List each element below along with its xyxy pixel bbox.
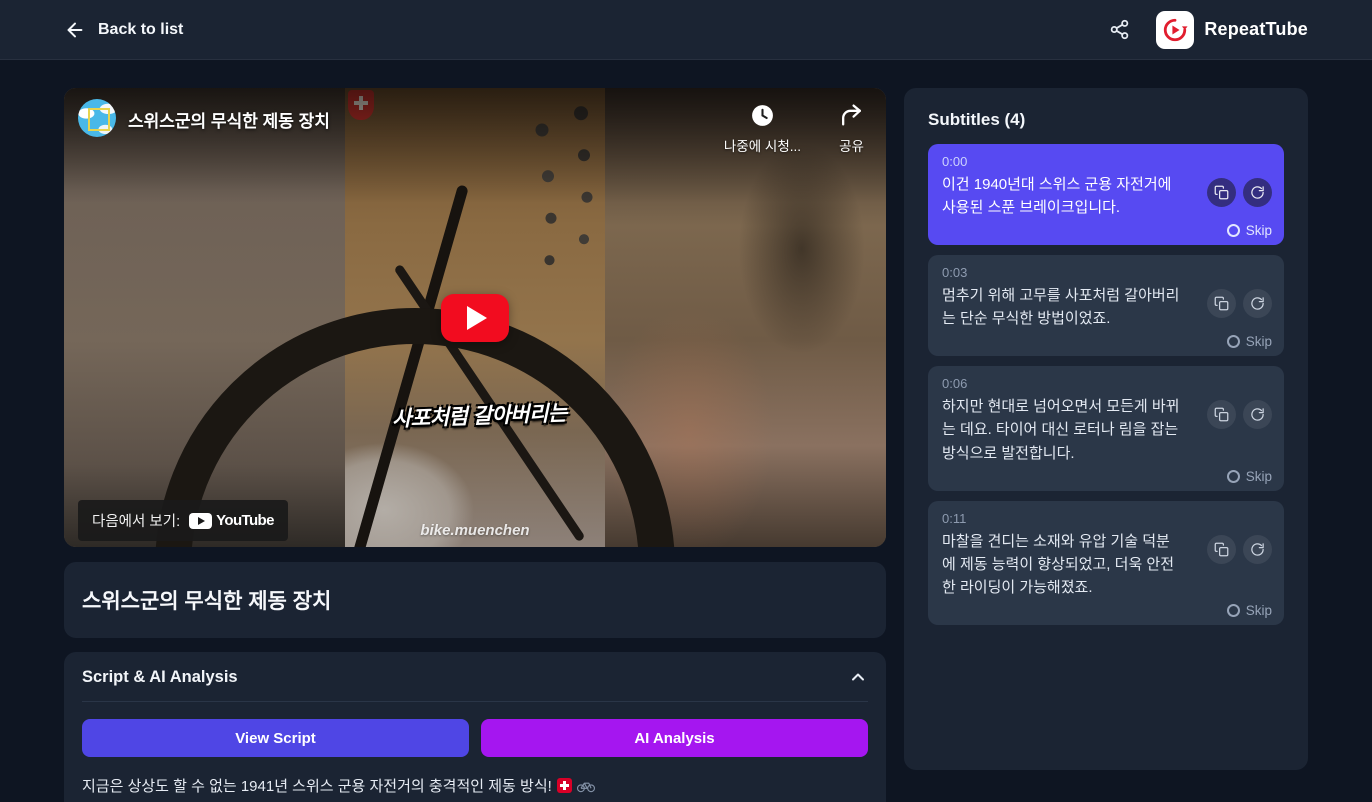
subtitle-timestamp: 0:06	[942, 376, 1270, 391]
view-script-button[interactable]: View Script	[82, 719, 469, 757]
youtube-play-button[interactable]	[441, 294, 509, 342]
video-title-card: 스위스군의 무식한 제동 장치	[64, 562, 886, 638]
subtitle-actions	[1207, 400, 1272, 429]
description-text: 지금은 상상도 할 수 없는 1941년 스위스 군용 자전거의 충격적인 제동…	[82, 775, 552, 796]
brand-name: RepeatTube	[1204, 19, 1308, 40]
skip-toggle[interactable]: Skip	[1227, 469, 1272, 484]
repeat-subtitle-button[interactable]	[1243, 289, 1272, 318]
watch-later-button[interactable]: 나중에 시청...	[724, 103, 801, 155]
player-header: 스위스군의 무식한 제동 장치 나중에 시청... 공유	[78, 99, 864, 155]
skip-radio-icon	[1227, 224, 1240, 237]
channel-avatar[interactable]	[78, 99, 116, 137]
subtitle-list: 0:00 이건 1940년대 스위스 군용 자전거에 사용된 스푼 브레이크입니…	[928, 144, 1284, 625]
copy-subtitle-button[interactable]	[1207, 178, 1236, 207]
repeat-subtitle-button[interactable]	[1243, 535, 1272, 564]
watch-later-label: 나중에 시청...	[724, 135, 801, 155]
script-analysis-card: Script & AI Analysis View Script AI Anal…	[64, 652, 886, 802]
repeat-subtitle-button[interactable]	[1243, 178, 1272, 207]
share-arrow-icon	[839, 103, 864, 128]
youtube-logo: YouTube	[189, 512, 274, 529]
skip-radio-icon	[1227, 335, 1240, 348]
repeattube-logo-icon	[1156, 11, 1194, 49]
copy-icon	[1214, 185, 1229, 200]
youtube-wordmark: YouTube	[216, 512, 274, 529]
subtitle-timestamp: 0:00	[942, 154, 1270, 169]
skip-label: Skip	[1246, 334, 1272, 349]
skip-toggle[interactable]: Skip	[1227, 223, 1272, 238]
repeat-icon	[1250, 542, 1265, 557]
ai-analysis-button[interactable]: AI Analysis	[481, 719, 868, 757]
video-title: 스위스군의 무식한 제동 장치	[82, 585, 868, 615]
copy-icon	[1214, 407, 1229, 422]
watch-on-label: 다음에서 보기:	[92, 510, 180, 531]
creator-watermark: bike.muenchen	[345, 522, 605, 539]
subtitle-card[interactable]: 0:06 하지만 현대로 넘어오면서 모든게 바뀌는 데요. 타이어 대신 로터…	[928, 366, 1284, 490]
subtitle-card[interactable]: 0:00 이건 1940년대 스위스 군용 자전거에 사용된 스푼 브레이크입니…	[928, 144, 1284, 245]
video-share-label: 공유	[839, 135, 864, 155]
clock-icon	[750, 103, 775, 128]
chevron-up-icon	[848, 667, 868, 687]
skip-label: Skip	[1246, 603, 1272, 618]
youtube-play-icon	[189, 513, 212, 529]
arrow-left-icon	[64, 19, 86, 41]
repeat-icon	[1250, 185, 1265, 200]
repeat-subtitle-button[interactable]	[1243, 400, 1272, 429]
skip-toggle[interactable]: Skip	[1227, 603, 1272, 618]
subtitle-actions	[1207, 289, 1272, 318]
video-description: 지금은 상상도 할 수 없는 1941년 스위스 군용 자전거의 충격적인 제동…	[82, 757, 868, 802]
swiss-flag-icon	[557, 778, 572, 793]
player-video-title[interactable]: 스위스군의 무식한 제동 장치	[128, 107, 330, 132]
left-column: 스위스군의 무식한 제동 장치 나중에 시청... 공유	[64, 88, 886, 802]
back-to-list-label: Back to list	[98, 21, 183, 39]
skip-radio-icon	[1227, 604, 1240, 617]
skip-toggle[interactable]: Skip	[1227, 334, 1272, 349]
video-share-button[interactable]: 공유	[839, 103, 864, 155]
bicycle-icon	[577, 779, 595, 793]
copy-icon	[1214, 296, 1229, 311]
main-content: 스위스군의 무식한 제동 장치 나중에 시청... 공유	[0, 60, 1372, 802]
top-navbar: Back to list RepeatTube	[0, 0, 1372, 60]
subtitle-timestamp: 0:03	[942, 265, 1270, 280]
repeat-icon	[1250, 407, 1265, 422]
copy-subtitle-button[interactable]	[1207, 289, 1236, 318]
share-page-button[interactable]	[1109, 19, 1130, 40]
script-section-title: Script & AI Analysis	[82, 668, 238, 687]
burned-in-caption: 사포처럼 갈아버리는	[392, 397, 568, 433]
skip-label: Skip	[1246, 469, 1272, 484]
play-icon	[467, 306, 487, 330]
subtitles-header: Subtitles (4)	[928, 110, 1284, 130]
subtitle-timestamp: 0:11	[942, 511, 1270, 526]
subtitles-panel: Subtitles (4) 0:00 이건 1940년대 스위스 군용 자전거에…	[904, 88, 1308, 770]
script-section-toggle[interactable]: Script & AI Analysis	[82, 652, 868, 702]
back-to-list-button[interactable]: Back to list	[64, 19, 183, 41]
subtitle-actions	[1207, 535, 1272, 564]
share-icon	[1109, 19, 1130, 40]
copy-subtitle-button[interactable]	[1207, 400, 1236, 429]
skip-radio-icon	[1227, 470, 1240, 483]
subtitle-actions	[1207, 178, 1272, 207]
subtitle-card[interactable]: 0:11 마찰을 견디는 소재와 유압 기술 덕분에 제동 능력이 향상되었고,…	[928, 501, 1284, 625]
watch-on-youtube-link[interactable]: 다음에서 보기: YouTube	[78, 500, 288, 541]
copy-subtitle-button[interactable]	[1207, 535, 1236, 564]
brand[interactable]: RepeatTube	[1156, 11, 1308, 49]
repeat-icon	[1250, 296, 1265, 311]
skip-label: Skip	[1246, 223, 1272, 238]
subtitle-card[interactable]: 0:03 멈추기 위해 고무를 사포처럼 갈아버리는 단순 무식한 방법이었죠.…	[928, 255, 1284, 356]
copy-icon	[1214, 542, 1229, 557]
youtube-player[interactable]: 스위스군의 무식한 제동 장치 나중에 시청... 공유	[64, 88, 886, 547]
